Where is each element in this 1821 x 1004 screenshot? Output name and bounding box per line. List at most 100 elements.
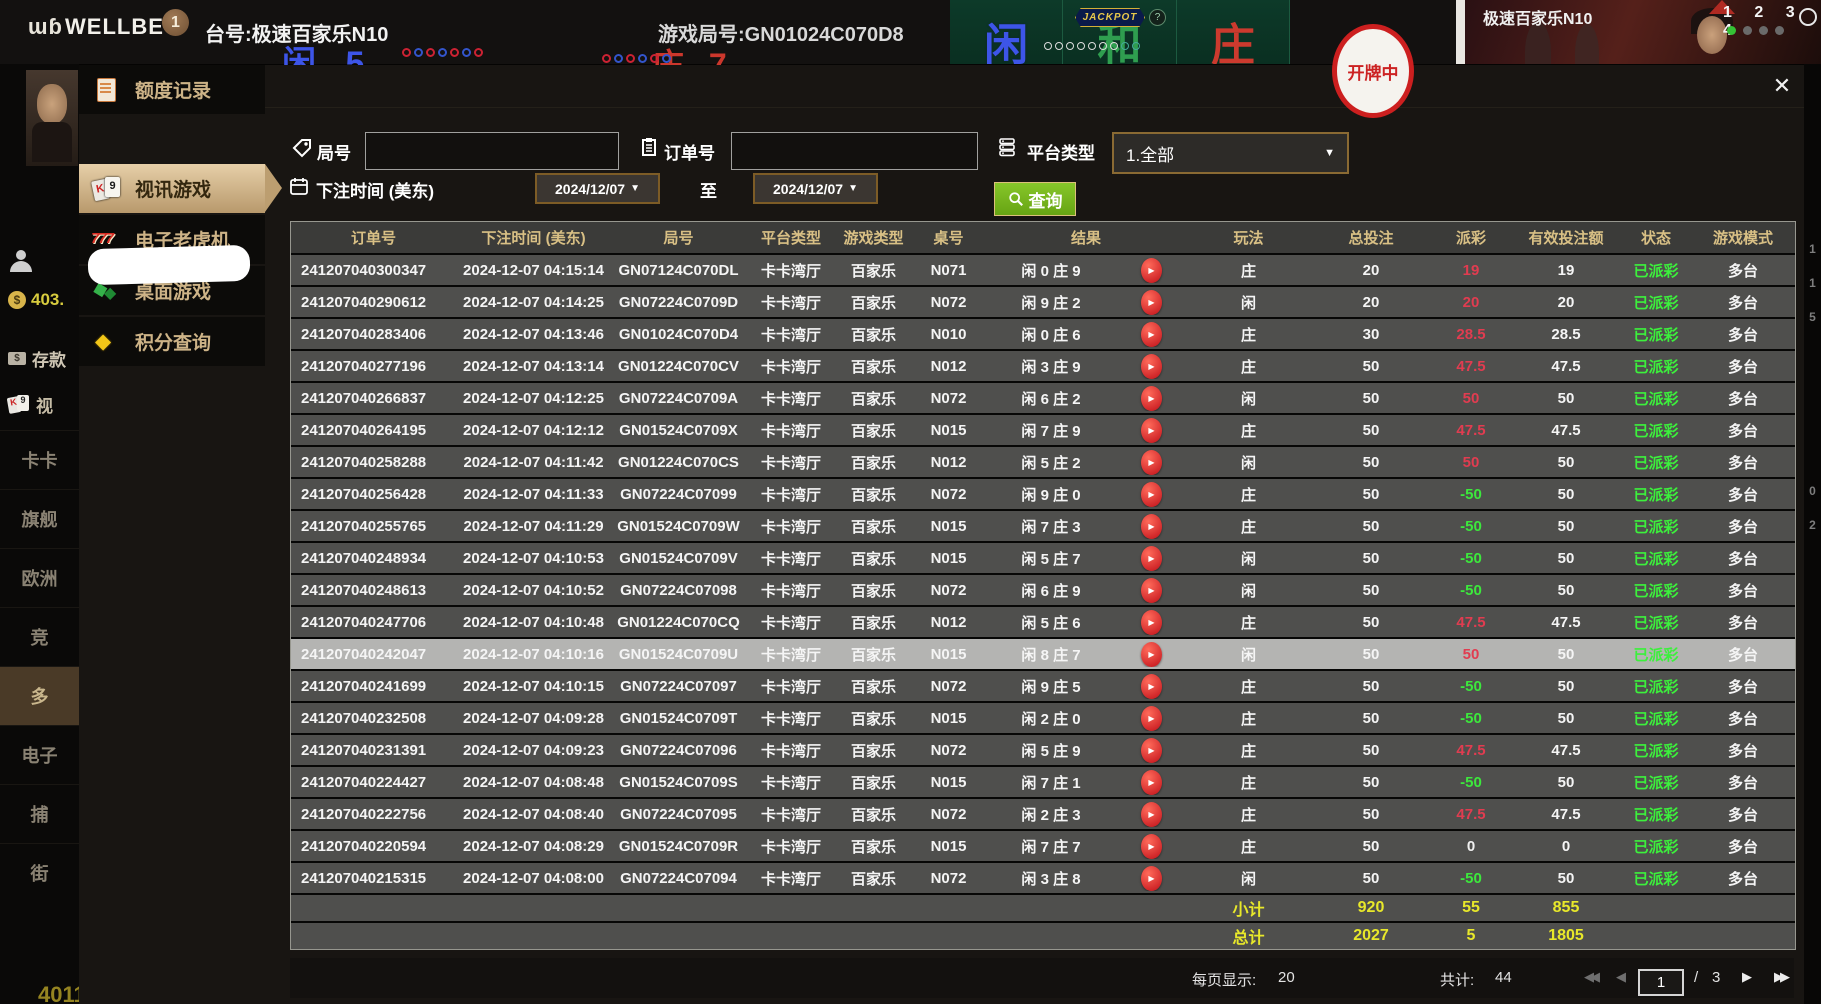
replay-play-button[interactable] [1141,546,1162,571]
close-icon[interactable]: ✕ [1767,71,1797,101]
round-filter-label: 局号 [317,139,351,164]
table-row[interactable]: 241207040224427 2024-12-07 04:08:48 GN01… [291,767,1795,797]
cell-round-id: GN07224C07098 [611,582,746,599]
table-row[interactable]: 241207040220594 2024-12-07 04:08:29 GN01… [291,831,1795,861]
modal-header: 下注记录 ✕ [79,65,1804,108]
replay-play-button[interactable] [1141,642,1162,667]
cell-game-mode: 多台 [1691,420,1795,441]
table-row[interactable]: 241207040264195 2024-12-07 04:12:12 GN01… [291,415,1795,445]
replay-play-button[interactable] [1141,258,1162,283]
cell-total-bet: 50 [1311,838,1431,855]
cell-table-no: N010 [911,326,986,343]
cell-game-mode: 多台 [1691,676,1795,697]
date-from-picker[interactable]: 2024/12/07▼ [535,173,660,204]
table-row[interactable]: 241207040290612 2024-12-07 04:14:25 GN07… [291,287,1795,317]
replay-play-button[interactable] [1141,706,1162,731]
cell-total-bet: 50 [1311,454,1431,471]
cell-platform: 卡卡湾厅 [746,868,836,889]
replay-play-button[interactable] [1141,738,1162,763]
cell-payout: -50 [1431,774,1511,791]
total-valid: 1805 [1511,927,1621,945]
round-filter-input[interactable] [365,132,619,170]
first-page-icon[interactable]: ◀◀ [1584,969,1596,985]
table-row[interactable]: 241207040256428 2024-12-07 04:11:33 GN07… [291,479,1795,509]
table-row[interactable]: 241207040232508 2024-12-07 04:09:28 GN01… [291,703,1795,733]
cell-payout: -50 [1431,486,1511,503]
cards-icon [8,395,30,415]
date-to-picker[interactable]: 2024/12/07▼ [753,173,878,204]
username-redaction [88,245,251,285]
cell-valid-bet: 50 [1511,774,1621,791]
platform-select[interactable]: 1.全部 ▼ [1112,132,1349,174]
table-row[interactable]: 241207040247706 2024-12-07 04:10:48 GN01… [291,607,1795,637]
replay-play-button[interactable] [1141,482,1162,507]
table-row[interactable]: 241207040215315 2024-12-07 04:08:00 GN07… [291,863,1795,893]
cell-round-id: GN07224C07096 [611,742,746,759]
table-header-cell: 有效投注额 [1511,227,1621,248]
replay-play-button[interactable] [1141,610,1162,635]
cell-replay [1116,482,1186,507]
replay-play-button[interactable] [1141,450,1162,475]
cell-bet-time: 2024-12-07 04:12:12 [456,422,611,439]
cell-game-type: 百家乐 [836,324,911,345]
table-row[interactable]: 241207040248613 2024-12-07 04:10:52 GN07… [291,575,1795,605]
table-row[interactable]: 241207040241699 2024-12-07 04:10:15 GN07… [291,671,1795,701]
panel-divider [1456,0,1465,64]
subtotal-valid: 855 [1511,899,1621,917]
cell-total-bet: 50 [1311,710,1431,727]
edge-digit: 1 [1804,276,1821,310]
bet-zone-banker[interactable]: 庄 [1177,0,1290,64]
order-filter-label: 订单号 [664,139,715,164]
last-page-icon[interactable]: ▶▶ [1774,969,1786,985]
replay-play-button[interactable] [1141,354,1162,379]
replay-play-button[interactable] [1141,290,1162,315]
table-row[interactable]: 241207040266837 2024-12-07 04:12:25 GN07… [291,383,1795,413]
replay-play-button[interactable] [1141,578,1162,603]
table-row[interactable]: 241207040248934 2024-12-07 04:10:53 GN01… [291,543,1795,573]
replay-play-button[interactable] [1141,322,1162,347]
cell-result: 闲 2 庄 0 [986,708,1116,729]
bet-zone-player[interactable]: 闲 [950,0,1063,64]
cell-game-mode: 多台 [1691,708,1795,729]
table-row[interactable]: 241207040231391 2024-12-07 04:09:23 GN07… [291,735,1795,765]
cell-status: 已派彩 [1621,356,1691,377]
cell-result: 闲 9 庄 5 [986,676,1116,697]
cell-status: 已派彩 [1621,516,1691,537]
table-row[interactable]: 241207040300347 2024-12-07 04:15:14 GN07… [291,255,1795,285]
table-row[interactable]: 241207040258288 2024-12-07 04:11:42 GN01… [291,447,1795,477]
cell-table-no: N072 [911,742,986,759]
table-row[interactable]: 241207040283406 2024-12-07 04:13:46 GN01… [291,319,1795,349]
table-row[interactable]: 241207040277196 2024-12-07 04:13:14 GN01… [291,351,1795,381]
jackpot-help-icon[interactable]: ? [1149,9,1166,26]
replay-play-button[interactable] [1141,834,1162,859]
replay-play-button[interactable] [1141,674,1162,699]
cell-status: 已派彩 [1621,612,1691,633]
cell-game-mode: 多台 [1691,548,1795,569]
camera-select-dots[interactable] [1727,26,1784,35]
next-page-icon[interactable]: ▶ [1742,969,1752,985]
modal-tab[interactable]: 视讯游戏 [79,164,265,213]
modal-tab[interactable]: 额度记录 [79,65,265,114]
modal-tab[interactable]: 积分查询 [79,317,265,366]
replay-play-button[interactable] [1141,386,1162,411]
cell-total-bet: 50 [1311,390,1431,407]
cell-game-mode: 多台 [1691,260,1795,281]
page-number-input[interactable]: 1 [1638,969,1684,996]
order-filter-input[interactable] [731,132,978,170]
prev-page-icon[interactable]: ◀ [1616,969,1626,985]
cell-order-id: 241207040220594 [291,838,456,855]
table-row[interactable]: 241207040222756 2024-12-07 04:08:40 GN07… [291,799,1795,829]
replay-play-button[interactable] [1141,514,1162,539]
cell-bet-time: 2024-12-07 04:08:00 [456,870,611,887]
replay-play-button[interactable] [1141,418,1162,443]
search-button[interactable]: 查询 [994,182,1076,216]
replay-play-button[interactable] [1141,802,1162,827]
tab-label: 额度记录 [135,76,211,103]
replay-play-button[interactable] [1141,866,1162,891]
cell-play-type: 庄 [1186,676,1311,697]
table-header-cell: 下注时间 (美东) [456,227,611,248]
table-row[interactable]: 241207040242047 2024-12-07 04:10:16 GN01… [291,639,1795,669]
table-row[interactable]: 241207040255765 2024-12-07 04:11:29 GN01… [291,511,1795,541]
replay-play-button[interactable] [1141,770,1162,795]
cell-game-mode: 多台 [1691,644,1795,665]
